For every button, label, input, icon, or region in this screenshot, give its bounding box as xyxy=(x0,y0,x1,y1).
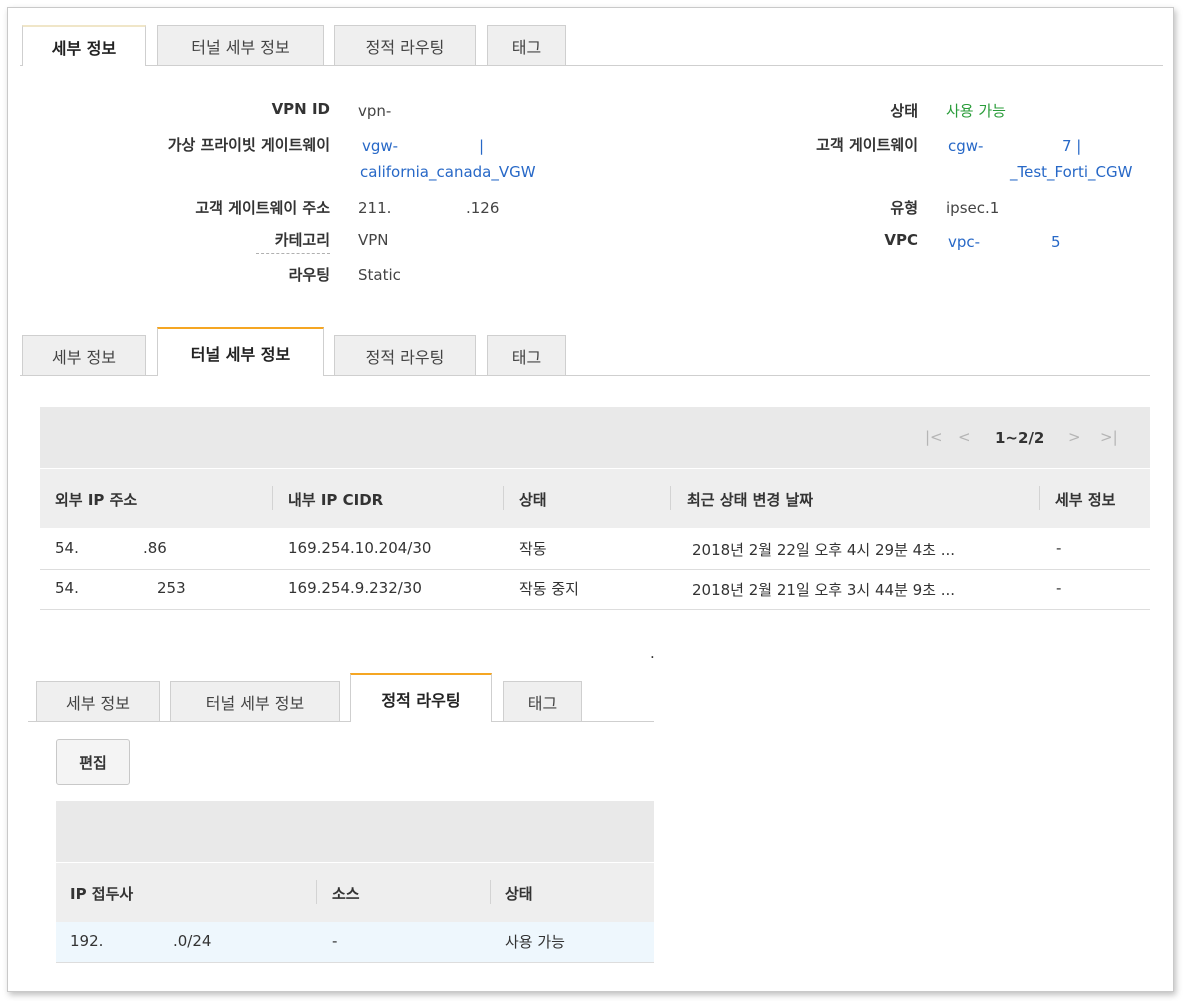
tunnel-detail: - xyxy=(1056,579,1062,597)
vgw-name[interactable]: california_canada_VGW xyxy=(360,163,536,181)
route-status: 사용 가능 xyxy=(505,933,565,951)
tab-static-routing[interactable]: 정적 라우팅 xyxy=(334,25,476,65)
vpc-id[interactable]: vpc- xyxy=(948,233,980,251)
state-label: 상태 xyxy=(890,102,918,120)
edit-button[interactable]: 편집 xyxy=(56,739,130,785)
cgw-id-suffix[interactable]: 7 | xyxy=(1062,137,1081,155)
vgw-link[interactable]: vgw- | xyxy=(362,137,484,155)
tab-static-routing-3[interactable]: 정적 라우팅 xyxy=(350,673,492,722)
col-sep xyxy=(1039,486,1040,510)
col-details[interactable]: 세부 정보 xyxy=(1055,489,1115,510)
category-label: 카테고리 xyxy=(274,231,330,249)
col-inside-cidr[interactable]: 내부 IP CIDR xyxy=(288,489,383,510)
outside-ip-a: 54. xyxy=(55,579,79,597)
col-sep xyxy=(503,486,504,510)
prefix-a: 192. xyxy=(70,932,104,950)
col-status[interactable]: 상태 xyxy=(519,489,547,510)
col-sep xyxy=(316,880,317,904)
vpc-id-suffix[interactable]: 5 xyxy=(1051,233,1061,251)
last-changed: 2018년 2월 21일 오후 3시 44분 9초 ... xyxy=(692,581,956,599)
customer-gateway-address-label: 고객 게이트웨이 주소 xyxy=(195,199,330,217)
static-table-toolbar xyxy=(56,801,654,862)
cgw-id[interactable]: cgw- xyxy=(948,137,983,155)
vpc-label: VPC xyxy=(884,231,918,249)
customer-gateway-address-a: 211. xyxy=(358,199,392,217)
customer-gateway-label: 고객 게이트웨이 xyxy=(816,136,918,154)
col-source[interactable]: 소스 xyxy=(332,883,360,904)
route-source: - xyxy=(332,932,338,950)
inside-cidr: 169.254.10.204/30 xyxy=(288,539,432,557)
routing-label: 라우팅 xyxy=(288,266,330,284)
table-row[interactable]: 54. 253 169.254.9.232/30 작동 중지 2018년 2월 … xyxy=(40,569,1150,609)
tab-static-routing-2[interactable]: 정적 라우팅 xyxy=(334,335,476,375)
state-value: 사용 가능 xyxy=(946,102,1006,120)
tab-tunnel-details-2[interactable]: 터널 세부 정보 xyxy=(157,327,324,376)
row-divider xyxy=(56,962,654,963)
tab-tags-3[interactable]: 태그 xyxy=(503,681,582,721)
vgw-id[interactable]: vgw- xyxy=(362,137,398,155)
prefix-b: .0/24 xyxy=(173,932,212,950)
col-static-status[interactable]: 상태 xyxy=(505,883,533,904)
tab-tunnel-details-3[interactable]: 터널 세부 정보 xyxy=(170,681,340,721)
tunnel-table-header xyxy=(40,469,1150,528)
inside-cidr: 169.254.9.232/30 xyxy=(288,579,422,597)
next-page-icon[interactable]: > xyxy=(1068,428,1081,446)
vpn-id-label: VPN ID xyxy=(271,100,330,118)
tab-tags[interactable]: 태그 xyxy=(487,25,566,65)
tab-details-2[interactable]: 세부 정보 xyxy=(22,335,146,375)
category-underline xyxy=(256,253,330,254)
tab-tunnel-details[interactable]: 터널 세부 정보 xyxy=(157,25,324,65)
row-divider xyxy=(40,609,1150,610)
last-changed: 2018년 2월 22일 오후 4시 29분 4초 ... xyxy=(692,541,956,559)
last-page-icon[interactable]: >| xyxy=(1100,428,1118,446)
page-range: 1~2/2 xyxy=(995,429,1045,447)
category-value: VPN xyxy=(358,231,389,249)
tab-details-3[interactable]: 세부 정보 xyxy=(36,681,160,721)
vpn-id-value: vpn- xyxy=(358,102,392,120)
customer-gateway-address-b: .126 xyxy=(466,199,500,217)
routing-value: Static xyxy=(358,266,401,284)
pager: |< < 1~2/2 > >| xyxy=(925,428,1125,450)
tab-details[interactable]: 세부 정보 xyxy=(22,25,146,66)
tunnel-status: 작동 중지 xyxy=(519,580,579,598)
col-sep xyxy=(272,486,273,510)
vgw-label: 가상 프라이빗 게이트웨이 xyxy=(167,136,330,154)
prev-page-icon[interactable]: < xyxy=(958,428,971,446)
table-row[interactable]: 54. .86 169.254.10.204/30 작동 2018년 2월 22… xyxy=(40,529,1150,569)
outside-ip-b: .86 xyxy=(143,539,167,557)
col-ip-prefix[interactable]: IP 접두사 xyxy=(70,883,133,904)
col-outside-ip[interactable]: 외부 IP 주소 xyxy=(55,489,137,510)
type-value: ipsec.1 xyxy=(946,199,1000,217)
col-last-changed[interactable]: 최근 상태 변경 날짜 xyxy=(687,489,813,510)
first-page-icon[interactable]: |< xyxy=(925,428,943,446)
type-label: 유형 xyxy=(890,199,918,217)
tab-tags-2[interactable]: 태그 xyxy=(487,335,566,375)
outside-ip-b: 253 xyxy=(157,579,186,597)
stray-dot: . xyxy=(650,644,655,662)
cgw-name[interactable]: _Test_Forti_CGW xyxy=(1010,163,1132,181)
table-row[interactable]: 192. .0/24 - 사용 가능 xyxy=(56,922,654,962)
tunnel-detail: - xyxy=(1056,539,1062,557)
outside-ip-a: 54. xyxy=(55,539,79,557)
vgw-separator: | xyxy=(479,137,485,155)
col-sep xyxy=(490,880,491,904)
col-sep xyxy=(670,486,671,510)
tunnel-status: 작동 xyxy=(519,540,547,558)
